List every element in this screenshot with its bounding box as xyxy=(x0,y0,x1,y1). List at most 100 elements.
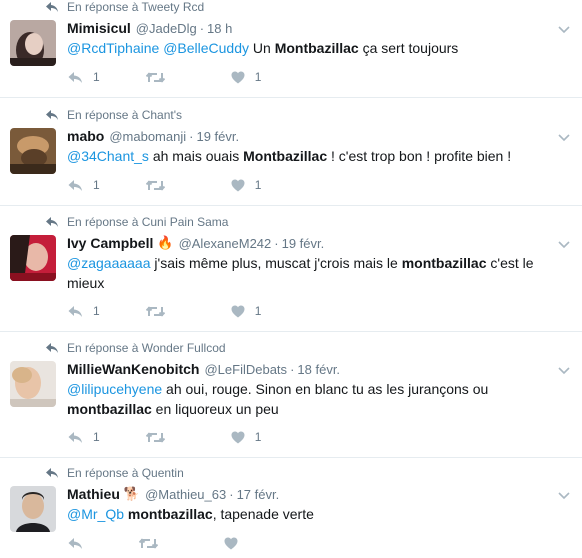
heart-icon xyxy=(224,537,238,549)
like-count: 1 xyxy=(254,430,262,444)
author-name[interactable]: mabo xyxy=(67,128,104,144)
retweet-icon xyxy=(145,305,165,317)
reply-button[interactable]: 1 xyxy=(67,430,100,444)
tweet-feed: En réponse à Tweety Rcd Mimisicul @JadeD… xyxy=(0,0,582,558)
retweet-button[interactable] xyxy=(145,71,165,84)
reply-count: 1 xyxy=(93,70,100,84)
author-name[interactable]: Mimisicul xyxy=(67,20,131,36)
reply-icon xyxy=(68,305,82,317)
tweet-header: MillieWanKenobitch @LeFilDebats · 18 fév… xyxy=(67,361,341,377)
heart-icon xyxy=(231,71,245,83)
mention-link[interactable]: @34Chant_s xyxy=(67,148,149,164)
search-highlight: Montbazillac xyxy=(274,40,359,56)
like-button[interactable]: 1 xyxy=(231,178,262,192)
reply-count: 1 xyxy=(93,178,100,192)
reply-context[interactable]: En réponse à Tweety Rcd xyxy=(45,0,204,14)
tweet[interactable]: En réponse à Chant's mabo @mabomanji · 1… xyxy=(0,98,582,206)
tweet-actions: 1 1 xyxy=(67,68,295,86)
reply-context-label: En réponse à Chant's xyxy=(67,108,183,122)
reply-icon xyxy=(68,431,82,443)
reply-button[interactable]: 1 xyxy=(67,304,100,318)
tweet-timestamp[interactable]: 18 h xyxy=(207,21,232,36)
tweet-text: @lilipucehyene ah oui, rouge. Sinon en b… xyxy=(67,381,489,417)
tweet-timestamp[interactable]: 19 févr. xyxy=(196,129,239,144)
retweet-icon xyxy=(145,179,165,191)
reply-icon xyxy=(68,179,82,191)
chevron-down-icon[interactable] xyxy=(558,241,570,249)
tweet-header: Mimisicul @JadeDlg · 18 h xyxy=(67,20,233,36)
tweet[interactable]: En réponse à Quentin Mathieu 🐕 @Mathieu_… xyxy=(0,458,582,558)
like-button[interactable]: 1 xyxy=(231,304,262,318)
reply-context[interactable]: En réponse à Wonder Fullcod xyxy=(45,341,226,355)
chevron-down-icon[interactable] xyxy=(558,134,570,142)
retweet-icon xyxy=(139,537,158,549)
reply-arrow-icon xyxy=(46,217,58,227)
retweet-button[interactable] xyxy=(145,431,165,444)
tweet[interactable]: En réponse à Wonder Fullcod MillieWanKen… xyxy=(0,332,582,458)
tweet-actions xyxy=(67,534,282,552)
author-handle[interactable]: @Mathieu_63 xyxy=(145,487,226,502)
reply-button[interactable]: 1 xyxy=(67,70,100,84)
like-button[interactable]: 1 xyxy=(231,430,262,444)
tweet-actions: 1 1 xyxy=(67,302,295,320)
mention-link[interactable]: @lilipucehyene xyxy=(67,381,162,397)
like-count: 1 xyxy=(254,70,262,84)
retweet-button[interactable] xyxy=(139,537,158,550)
mention-link[interactable]: @zagaaaaaa xyxy=(67,255,151,271)
author-name[interactable]: Ivy Campbell xyxy=(67,235,153,251)
author-handle[interactable]: @AlexaneM242 xyxy=(179,236,272,251)
tweet-text: @Mr_Qb montbazillac, tapenade verte xyxy=(67,506,314,522)
reply-button[interactable]: 1 xyxy=(67,178,100,192)
avatar[interactable] xyxy=(10,361,56,407)
like-count: 1 xyxy=(254,178,262,192)
reply-context[interactable]: En réponse à Chant's xyxy=(45,108,182,122)
tweet-actions: 1 1 xyxy=(67,428,295,446)
reply-icon xyxy=(68,71,82,83)
retweet-button[interactable] xyxy=(145,305,165,318)
reply-arrow-icon xyxy=(46,343,58,353)
retweet-button[interactable] xyxy=(145,179,165,192)
chevron-down-icon[interactable] xyxy=(558,492,570,500)
tweet-timestamp[interactable]: 18 févr. xyxy=(297,362,340,377)
mention-link[interactable]: @Mr_Qb xyxy=(67,506,124,522)
avatar[interactable] xyxy=(10,128,56,174)
reply-arrow-icon xyxy=(46,468,58,478)
tweet-timestamp[interactable]: 17 févr. xyxy=(237,487,280,502)
mention-link[interactable]: @RcdTiphaine xyxy=(67,40,159,56)
reply-context[interactable]: En réponse à Cuni Pain Sama xyxy=(45,215,228,229)
like-count: 1 xyxy=(254,304,262,318)
retweet-icon xyxy=(145,71,165,83)
reply-button[interactable] xyxy=(67,537,93,550)
tweet-header: Ivy Campbell 🔥 @AlexaneM242 · 19 févr. xyxy=(67,235,325,251)
chevron-down-icon[interactable] xyxy=(558,26,570,34)
tweet-text: @34Chant_s ah mais ouais Montbazillac ! … xyxy=(67,148,512,164)
reply-arrow-icon xyxy=(46,2,58,12)
tweet-timestamp[interactable]: 19 févr. xyxy=(282,236,325,251)
chevron-down-icon[interactable] xyxy=(558,367,570,375)
tweet[interactable]: En réponse à Tweety Rcd Mimisicul @JadeD… xyxy=(0,0,582,98)
author-name[interactable]: Mathieu xyxy=(67,486,120,502)
reply-context-label: En réponse à Tweety Rcd xyxy=(67,0,205,14)
heart-icon xyxy=(231,179,245,191)
avatar[interactable] xyxy=(10,20,56,66)
reply-arrow-icon xyxy=(46,110,58,120)
author-name[interactable]: MillieWanKenobitch xyxy=(67,361,199,377)
tweet-header: Mathieu 🐕 @Mathieu_63 · 17 févr. xyxy=(67,486,280,502)
reply-count: 1 xyxy=(93,430,100,444)
avatar[interactable] xyxy=(10,486,56,532)
mention-link[interactable]: @BelleCuddy xyxy=(163,40,249,56)
search-highlight: montbazillac xyxy=(67,401,152,417)
tweet-text: @RcdTiphaine @BelleCuddy Un Montbazillac… xyxy=(67,40,459,56)
like-button[interactable] xyxy=(224,537,248,550)
like-button[interactable]: 1 xyxy=(231,70,262,84)
reply-context-label: En réponse à Cuni Pain Sama xyxy=(67,215,229,229)
avatar[interactable] xyxy=(10,235,56,281)
author-handle[interactable]: @mabomanji xyxy=(109,129,186,144)
tweet[interactable]: En réponse à Cuni Pain Sama Ivy Campbell… xyxy=(0,206,582,332)
author-handle[interactable]: @LeFilDebats xyxy=(204,362,287,377)
search-highlight: montbazillac xyxy=(401,255,487,271)
heart-icon xyxy=(231,431,245,443)
author-handle[interactable]: @JadeDlg xyxy=(136,21,197,36)
reply-context-label: En réponse à Quentin xyxy=(67,466,184,480)
reply-context[interactable]: En réponse à Quentin xyxy=(45,466,184,480)
